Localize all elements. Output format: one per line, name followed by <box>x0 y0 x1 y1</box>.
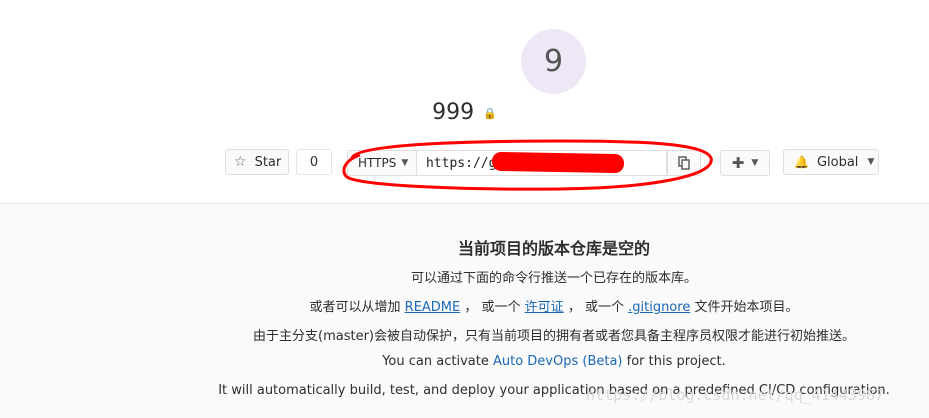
empty-repo-line2: 或者可以从增加 README ， 或一个 许可证 ， 或一个 .gitignor… <box>0 296 929 315</box>
auto-devops-link[interactable]: Auto DevOps (Beta) <box>493 354 623 369</box>
line4-suffix: for this project. <box>626 354 726 369</box>
project-header: 9 999 🔒 ☆ Star 0 HTTPS ▼ https://g n/liu… <box>0 0 929 203</box>
empty-repo-heading: 当前项目的版本仓库是空的 <box>457 239 650 258</box>
line2-mid2: ， 或一个 <box>567 300 624 315</box>
line2-prefix: 或者可以从增加 <box>309 300 401 315</box>
empty-repo-line1: 可以通过下面的命令行推送一个已存在的版本库。 <box>410 271 697 286</box>
license-link[interactable]: 许可证 <box>525 300 564 315</box>
readme-link[interactable]: README <box>405 300 461 315</box>
empty-repo-line3: 由于主分支(master)会被自动保护，只有当前项目的拥有者或者您具备主程序员权… <box>253 329 855 344</box>
empty-repo-line4: You can activate Auto DevOps (Beta) for … <box>0 354 929 369</box>
line2-suffix: 文件开始本项目。 <box>694 300 799 315</box>
red-circle-annotation <box>342 139 713 191</box>
line2-mid1: ， 或一个 <box>464 300 521 315</box>
line4-prefix: You can activate <box>382 354 489 369</box>
gitignore-link[interactable]: .gitignore <box>628 300 690 315</box>
watermark: https://blog.csdn.net/qq_41443987 <box>586 386 885 404</box>
